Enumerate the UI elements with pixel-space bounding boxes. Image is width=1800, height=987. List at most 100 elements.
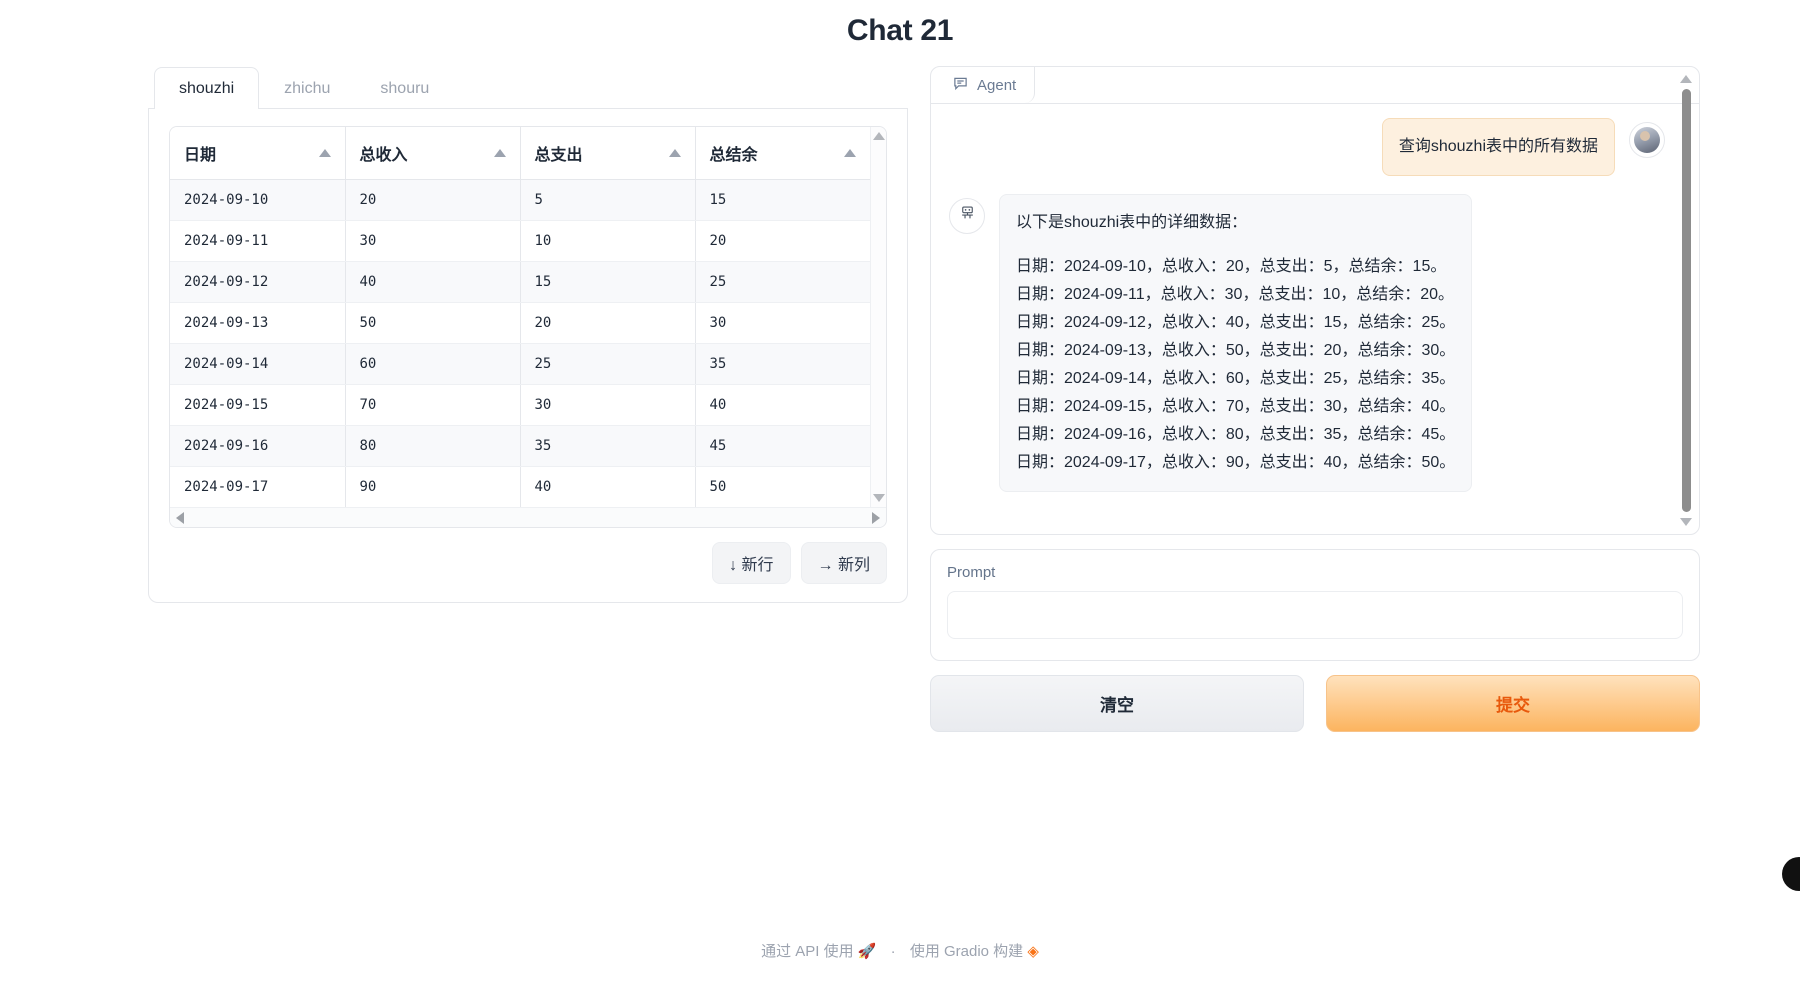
table-cell[interactable]: 2024-09-17: [170, 466, 346, 507]
chat-message-user: 查询shouzhi表中的所有数据: [949, 118, 1665, 176]
table-cell[interactable]: 20: [695, 220, 870, 262]
chat-scroll-up-icon[interactable]: [1680, 75, 1692, 83]
api-label: 通过 API 使用: [761, 943, 854, 960]
chat-scroll-thumb[interactable]: [1681, 89, 1691, 512]
built-with-gradio-link[interactable]: 使用 Gradio 构建: [910, 943, 1023, 960]
user-photo-icon: [1634, 127, 1660, 153]
table-body: 2024-09-10 20 5 15 2024-09-11 30 10 20 2024-09-1…: [170, 179, 870, 508]
chat-scroll-down-icon[interactable]: [1680, 518, 1692, 526]
dataframe-scroller: 日期 总收入 总支出 总结余 2024-09-10 20 5 15 2024-0…: [170, 127, 886, 507]
submit-button[interactable]: 提交: [1326, 675, 1700, 732]
col-header-label: 总结余: [709, 147, 758, 164]
table-row[interactable]: 2024-09-14 60 25 35: [170, 343, 870, 385]
clear-button[interactable]: 清空: [930, 675, 1304, 732]
chat-tab-label: Agent: [977, 77, 1017, 94]
tab-agent[interactable]: Agent: [939, 67, 1036, 103]
app-root: Chat 21 shouzhi zhichu shouru 日期 总收入 总支出…: [0, 0, 1800, 987]
table-row[interactable]: 2024-09-17 90 40 50: [170, 466, 870, 508]
table-cell[interactable]: 2024-09-11: [170, 220, 346, 262]
sort-ascending-icon[interactable]: [844, 149, 856, 157]
sort-ascending-icon[interactable]: [493, 149, 506, 157]
table-cell[interactable]: 15: [520, 261, 696, 303]
col-header-income[interactable]: 总收入: [345, 127, 521, 180]
table-cell[interactable]: 20: [345, 179, 521, 221]
table-cell[interactable]: 5: [520, 179, 696, 221]
table-cell[interactable]: 2024-09-12: [170, 261, 346, 303]
table-cell[interactable]: 30: [695, 302, 870, 344]
bot-message-line: 日期：2024-09-12，总收入：40，总支出：15，总结余：25。: [1016, 314, 1456, 331]
bot-message-line: 日期：2024-09-16，总收入：80，总支出：35，总结余：45。: [1016, 426, 1456, 443]
table-cell[interactable]: 40: [695, 384, 870, 426]
bot-avatar: [949, 198, 985, 234]
chat-tab-strip: Agent: [931, 67, 1699, 104]
table-row[interactable]: 2024-09-15 70 30 40: [170, 384, 870, 426]
table-cell[interactable]: 2024-09-10: [170, 179, 346, 221]
table-cell[interactable]: 30: [520, 384, 696, 426]
bot-message-line: 日期：2024-09-15，总收入：70，总支出：30，总结余：40。: [1016, 398, 1456, 415]
dataframe[interactable]: 日期 总收入 总支出 总结余 2024-09-10 20 5 15 2024-0…: [169, 126, 887, 528]
gradio-logo-icon: ◈: [1027, 943, 1039, 960]
chat-vertical-scrollbar[interactable]: [1679, 75, 1693, 526]
bot-message-spacer: [1016, 237, 1455, 253]
sort-ascending-icon[interactable]: [668, 149, 681, 157]
table-cell[interactable]: 30: [345, 220, 521, 262]
robot-icon: [958, 204, 977, 228]
col-header-date[interactable]: 日期: [170, 127, 346, 180]
table-cell[interactable]: 60: [345, 343, 521, 385]
table-cell[interactable]: 15: [695, 179, 870, 221]
table-vertical-scrollbar[interactable]: [870, 127, 886, 507]
table-cell[interactable]: 25: [520, 343, 696, 385]
scroll-down-icon[interactable]: [872, 494, 885, 502]
floating-edge-bubble[interactable]: [1782, 857, 1800, 891]
table-cell[interactable]: 25: [695, 261, 870, 303]
tab-shouzhi[interactable]: shouzhi: [154, 67, 260, 109]
chat-bubble-icon: [953, 76, 968, 95]
bot-message-line: 日期：2024-09-17，总收入：90，总支出：40，总结余：50。: [1016, 454, 1456, 471]
table-row[interactable]: 2024-09-11 30 10 20: [170, 220, 870, 262]
table-row[interactable]: 2024-09-13 50 20 30: [170, 302, 870, 344]
table-cell[interactable]: 2024-09-15: [170, 384, 346, 426]
bot-message-line: 日期：2024-09-11，总收入：30，总支出：10，总结余：20。: [1016, 286, 1455, 303]
prompt-input[interactable]: [947, 591, 1683, 639]
table-cell[interactable]: 80: [345, 425, 521, 467]
table-cell[interactable]: 40: [520, 466, 696, 507]
col-header-expense[interactable]: 总支出: [520, 127, 696, 180]
table-cell[interactable]: 90: [345, 466, 521, 507]
table-row[interactable]: 2024-09-12 40 15 25: [170, 261, 870, 303]
new-row-button[interactable]: ↓ 新行: [712, 542, 791, 584]
table-cell[interactable]: 10: [520, 220, 696, 262]
action-buttons: 清空 提交: [930, 675, 1700, 732]
table-cell[interactable]: 40: [345, 261, 521, 303]
bot-message-intro: 以下是shouzhi表中的详细数据：: [1016, 214, 1248, 231]
table-cell[interactable]: 70: [345, 384, 521, 426]
chat-message-list[interactable]: 查询shouzhi表中的所有数据 以下是shouzhi表中的详细数据： 日期：2…: [931, 104, 1699, 534]
table-tab-panel: 日期 总收入 总支出 总结余 2024-09-10 20 5 15 2024-0…: [148, 108, 908, 603]
scroll-left-icon[interactable]: [176, 511, 184, 524]
new-column-button[interactable]: → 新列: [800, 542, 887, 584]
table-cell[interactable]: 35: [520, 425, 696, 467]
table-cell[interactable]: 35: [695, 343, 870, 385]
table-cell[interactable]: 45: [695, 425, 870, 467]
page-title: Chat 21: [846, 14, 954, 47]
footer: 通过 API 使用 🚀 · 使用 Gradio 构建 ◈: [0, 940, 1800, 961]
table-row[interactable]: 2024-09-16 80 35 45: [170, 425, 870, 467]
scroll-up-icon[interactable]: [872, 132, 885, 140]
table-cell[interactable]: 2024-09-16: [170, 425, 346, 467]
table-cell[interactable]: 2024-09-13: [170, 302, 346, 344]
table-row[interactable]: 2024-09-10 20 5 15: [170, 179, 870, 221]
table-cell[interactable]: 50: [695, 467, 870, 508]
table-tabs-wrapper: shouzhi zhichu shouru 日期 总收入 总支出 总结余 202…: [148, 66, 908, 604]
bot-message-line: 日期：2024-09-10，总收入：20，总支出：5，总结余：15。: [1016, 258, 1447, 275]
bot-message-lines: 日期：2024-09-10，总收入：20，总支出：5，总结余：15。 日期：202…: [1016, 253, 1455, 477]
scroll-right-icon[interactable]: [872, 511, 880, 524]
tab-shouru[interactable]: shouru: [355, 67, 454, 109]
table-cell[interactable]: 50: [345, 302, 521, 344]
prompt-card: Prompt: [930, 549, 1700, 661]
sort-ascending-icon[interactable]: [318, 149, 331, 157]
use-via-api-link[interactable]: 通过 API 使用: [761, 943, 854, 960]
col-header-balance[interactable]: 总结余: [695, 127, 870, 180]
table-horizontal-scrollbar[interactable]: [170, 507, 886, 527]
tab-zhichu[interactable]: zhichu: [259, 67, 355, 109]
table-cell[interactable]: 20: [520, 302, 696, 344]
table-cell[interactable]: 2024-09-14: [170, 343, 346, 385]
